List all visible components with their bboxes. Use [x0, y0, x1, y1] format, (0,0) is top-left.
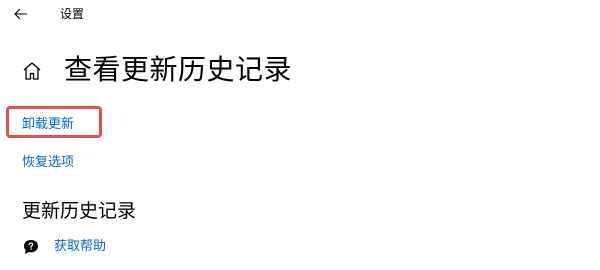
recovery-options-link[interactable]: 恢复选项: [22, 154, 74, 172]
uninstall-updates-link[interactable]: 卸载更新: [22, 116, 74, 134]
help-chat-icon: [24, 240, 38, 254]
home-icon[interactable]: [21, 60, 43, 82]
section-title-update-history: 更新历史记录: [22, 200, 137, 222]
back-button[interactable]: [10, 3, 32, 25]
page-title: 查看更新历史记录: [64, 53, 293, 86]
title-bar: 设置: [0, 0, 600, 30]
window-title: 设置: [60, 7, 85, 21]
back-arrow-icon: [14, 8, 27, 20]
get-help-link[interactable]: 获取帮助: [54, 238, 106, 256]
